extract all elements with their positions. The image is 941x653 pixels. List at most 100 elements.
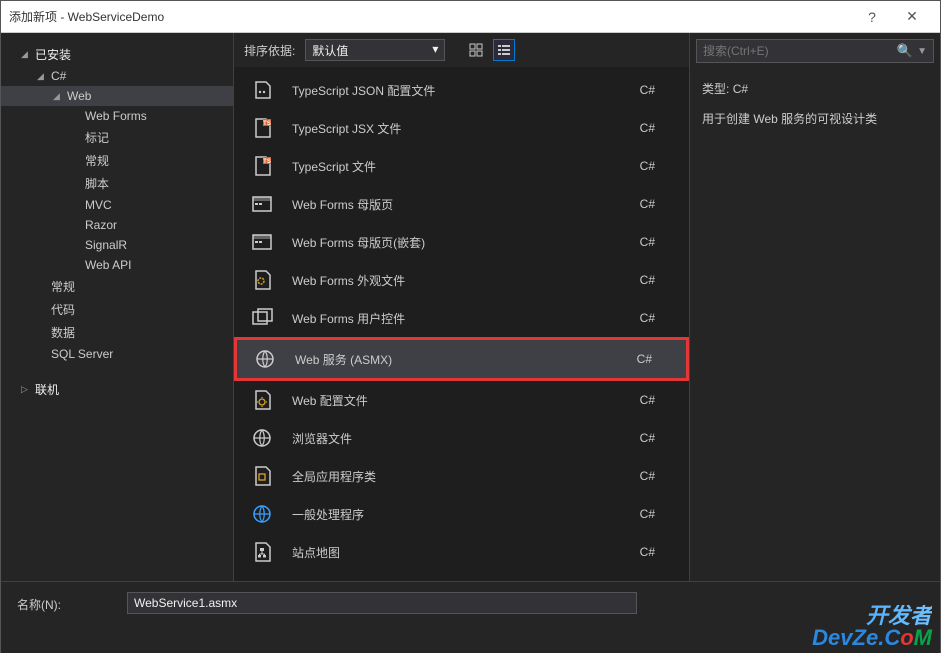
sidebar-item[interactable]: SQL Server [1, 344, 233, 364]
sort-dropdown[interactable]: 默认值 ▾ [305, 39, 445, 61]
sidebar-item-label: 常规 [85, 152, 109, 169]
template-label: Web Forms 用户控件 [292, 310, 640, 327]
control-icon [248, 304, 276, 332]
sidebar-item-label: SignalR [85, 238, 127, 252]
sidebar-item[interactable]: 常规 [1, 149, 233, 172]
sidebar-item-label: Razor [85, 218, 117, 232]
sidebar-item-label: 代码 [51, 301, 75, 318]
template-label: 浏览器文件 [292, 430, 640, 447]
watermark: 开发者 DevZe.CoM [812, 605, 932, 649]
config-icon [248, 386, 276, 414]
template-label: Web 服务 (ASMX) [295, 351, 637, 368]
search-icon: 🔍 [897, 43, 913, 59]
json-icon [248, 76, 276, 104]
info-description: 用于创建 Web 服务的可视设计类 [702, 109, 928, 131]
globe-icon [251, 345, 279, 373]
sort-label: 排序依据: [244, 42, 295, 59]
ts-icon: TS [248, 114, 276, 142]
sidebar-item[interactable]: 脚本 [1, 172, 233, 195]
template-lang: C# [640, 235, 675, 249]
template-lang: C# [640, 545, 675, 559]
close-button[interactable]: ✕ [892, 1, 932, 33]
sidebar-item[interactable]: SignalR [1, 235, 233, 255]
template-label: 一般处理程序 [292, 506, 640, 523]
chevron-down-icon: ◢ [21, 49, 35, 60]
template-label: TypeScript 文件 [292, 158, 640, 175]
sidebar-item[interactable]: Web Forms [1, 106, 233, 126]
sidebar: ◢ 已安装 ◢C#◢WebWeb Forms标记常规脚本MVCRazorSign… [1, 33, 233, 581]
template-label: Web Forms 母版页 [292, 196, 640, 213]
help-button[interactable]: ? [852, 1, 892, 33]
template-lang: C# [640, 311, 675, 325]
name-label: 名称(N): [17, 592, 127, 613]
sidebar-item-label: Web [67, 89, 91, 103]
app-icon [248, 462, 276, 490]
template-row[interactable]: Web Forms 母版页(嵌套) C# [234, 223, 689, 261]
name-input[interactable] [127, 592, 637, 614]
bottom-bar: 名称(N): 开发者 DevZe.CoM [1, 581, 940, 653]
template-row[interactable]: TS TypeScript JSX 文件 C# [234, 109, 689, 147]
sidebar-item-label: 脚本 [85, 175, 109, 192]
sidebar-item-label: 标记 [85, 129, 109, 146]
template-lang: C# [640, 507, 675, 521]
search-box[interactable]: 🔍 ▼ [696, 39, 934, 63]
sidebar-installed-label: 已安装 [35, 46, 71, 63]
sidebar-online[interactable]: ▷ 联机 [1, 378, 233, 401]
sidebar-item[interactable]: Web API [1, 255, 233, 275]
skin-icon [248, 266, 276, 294]
sidebar-item-label: Web API [85, 258, 131, 272]
sidebar-item[interactable]: 代码 [1, 298, 233, 321]
template-row[interactable]: 全局应用程序类 C# [234, 457, 689, 495]
sidebar-item[interactable]: 常规 [1, 275, 233, 298]
template-row[interactable]: 一般处理程序 C# [234, 495, 689, 533]
template-label: TypeScript JSX 文件 [292, 120, 640, 137]
template-label: Web Forms 母版页(嵌套) [292, 234, 640, 251]
center-toolbar: 排序依据: 默认值 ▾ [234, 33, 689, 67]
template-label: Web Forms 外观文件 [292, 272, 640, 289]
template-lang: C# [640, 469, 675, 483]
sidebar-online-label: 联机 [35, 381, 59, 398]
template-row[interactable]: Web 配置文件 C# [234, 381, 689, 419]
template-row[interactable]: Web Forms 母版页 C# [234, 185, 689, 223]
titlebar: 添加新项 - WebServiceDemo ? ✕ [1, 1, 940, 33]
globe-icon [248, 424, 276, 452]
sidebar-installed[interactable]: ◢ 已安装 [1, 43, 233, 66]
sidebar-item[interactable]: Razor [1, 215, 233, 235]
sidebar-item[interactable]: 数据 [1, 321, 233, 344]
chevron-icon: ◢ [53, 91, 67, 102]
template-lang: C# [637, 352, 672, 366]
sitemap-icon [248, 538, 276, 566]
svg-text:TS: TS [263, 159, 271, 165]
center-panel: 排序依据: 默认值 ▾ TypeScript JSON 配置文件 C# TS T… [233, 33, 690, 581]
template-row[interactable]: 站点地图 C# [234, 533, 689, 571]
sidebar-item[interactable]: ◢Web [1, 86, 233, 106]
template-row[interactable]: TS TypeScript 文件 C# [234, 147, 689, 185]
template-list[interactable]: TypeScript JSON 配置文件 C# TS TypeScript JS… [234, 67, 689, 581]
template-row[interactable]: Web Forms 用户控件 C# [234, 299, 689, 337]
view-list-button[interactable] [493, 39, 515, 61]
template-row[interactable]: Web Forms 外观文件 C# [234, 261, 689, 299]
template-lang: C# [640, 197, 675, 211]
sidebar-item[interactable]: ◢C# [1, 66, 233, 86]
master-icon [248, 228, 276, 256]
template-row[interactable]: 浏览器文件 C# [234, 419, 689, 457]
template-row[interactable]: Web 服务 (ASMX) C# [234, 337, 689, 381]
template-row[interactable]: TypeScript JSON 配置文件 C# [234, 71, 689, 109]
template-lang: C# [640, 431, 675, 445]
chevron-down-icon: ▾ [432, 42, 438, 56]
chevron-down-icon[interactable]: ▼ [917, 46, 927, 57]
svg-text:TS: TS [263, 121, 271, 127]
sidebar-item[interactable]: 标记 [1, 126, 233, 149]
sidebar-item-label: 数据 [51, 324, 75, 341]
template-label: TypeScript JSON 配置文件 [292, 82, 640, 99]
sidebar-item[interactable]: MVC [1, 195, 233, 215]
master-icon [248, 190, 276, 218]
sidebar-item-label: SQL Server [51, 347, 113, 361]
sidebar-item-label: Web Forms [85, 109, 147, 123]
globe-blue-icon [248, 500, 276, 528]
sidebar-item-label: MVC [85, 198, 112, 212]
view-grid-button[interactable] [465, 39, 487, 61]
info-type: 类型: C# [702, 79, 928, 101]
search-input[interactable] [703, 44, 897, 58]
template-lang: C# [640, 159, 675, 173]
